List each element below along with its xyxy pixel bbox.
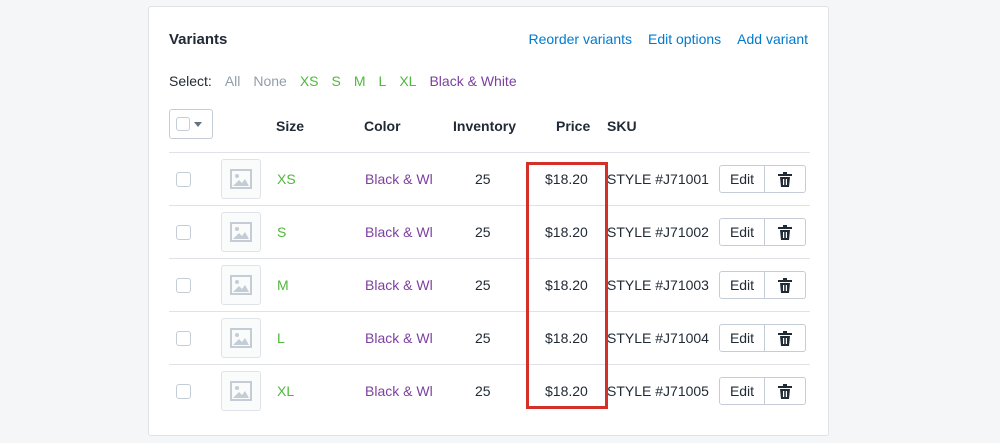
edit-button[interactable]: Edit	[719, 165, 765, 193]
edit-options-link[interactable]: Edit options	[648, 31, 721, 47]
select-filter-row: Select: All None XS S M L XL Black & Whi…	[169, 73, 517, 89]
image-icon[interactable]	[221, 318, 261, 358]
delete-button[interactable]	[765, 218, 806, 246]
reorder-variants-link[interactable]: Reorder variants	[529, 31, 633, 47]
header-sku: SKU	[607, 118, 637, 134]
row-sku: STYLE #J71001	[607, 171, 709, 187]
row-inventory: 25	[475, 383, 491, 399]
card-actions: Reorder variants Edit options Add varian…	[529, 31, 809, 47]
row-price: $18.20	[545, 277, 588, 293]
row-price: $18.20	[545, 171, 588, 187]
row-actions: Edit	[719, 377, 806, 405]
header-size: Size	[276, 118, 305, 134]
header-inventory: Inventory	[453, 118, 517, 134]
table-row: L Black & Wl 25 $18.20 STYLE #J71004 Edi…	[169, 311, 810, 364]
row-color: Black & Wl	[365, 330, 433, 346]
row-inventory: 25	[475, 277, 491, 293]
row-checkbox[interactable]	[176, 225, 191, 240]
row-actions: Edit	[719, 271, 806, 299]
row-actions: Edit	[719, 218, 806, 246]
row-size[interactable]: XS	[277, 171, 296, 187]
row-checkbox[interactable]	[176, 278, 191, 293]
row-actions: Edit	[719, 165, 806, 193]
select-xs[interactable]: XS	[300, 73, 319, 89]
trash-icon	[778, 277, 792, 293]
select-l[interactable]: L	[379, 73, 387, 89]
row-size[interactable]: M	[277, 277, 289, 293]
header-price: Price	[556, 118, 591, 134]
row-sku: STYLE #J71004	[607, 330, 709, 346]
row-sku: STYLE #J71003	[607, 277, 709, 293]
row-checkbox[interactable]	[176, 172, 191, 187]
edit-button[interactable]: Edit	[719, 271, 765, 299]
row-price: $18.20	[545, 383, 588, 399]
select-black-white[interactable]: Black & White	[429, 73, 516, 89]
table-row: XS Black & Wl 25 $18.20 STYLE #J71001 Ed…	[169, 152, 810, 205]
image-icon[interactable]	[221, 265, 261, 305]
caret-down-icon	[194, 121, 202, 127]
row-sku: STYLE #J71005	[607, 383, 709, 399]
row-size[interactable]: L	[277, 330, 285, 346]
row-inventory: 25	[475, 171, 491, 187]
delete-button[interactable]	[765, 165, 806, 193]
edit-button[interactable]: Edit	[719, 377, 765, 405]
variants-card: Variants Reorder variants Edit options A…	[148, 6, 829, 436]
select-xl[interactable]: XL	[399, 73, 416, 89]
row-price: $18.20	[545, 224, 588, 240]
image-icon[interactable]	[221, 371, 261, 411]
row-size[interactable]: S	[277, 224, 286, 240]
image-icon[interactable]	[221, 159, 261, 199]
row-color: Black & Wl	[365, 224, 433, 240]
row-actions: Edit	[719, 324, 806, 352]
table-row: M Black & Wl 25 $18.20 STYLE #J71003 Edi…	[169, 258, 810, 311]
edit-button[interactable]: Edit	[719, 218, 765, 246]
header-color: Color	[364, 118, 401, 134]
card-title: Variants	[169, 31, 228, 48]
table-row: S Black & Wl 25 $18.20 STYLE #J71002 Edi…	[169, 205, 810, 258]
trash-icon	[778, 224, 792, 240]
trash-icon	[778, 171, 792, 187]
bulk-select-dropdown[interactable]	[169, 109, 213, 139]
trash-icon	[778, 330, 792, 346]
delete-button[interactable]	[765, 377, 806, 405]
row-size[interactable]: XL	[277, 383, 294, 399]
row-checkbox[interactable]	[176, 384, 191, 399]
table-row: XL Black & Wl 25 $18.20 STYLE #J71005 Ed…	[169, 364, 810, 417]
row-color: Black & Wl	[365, 383, 433, 399]
select-s[interactable]: S	[332, 73, 341, 89]
row-inventory: 25	[475, 330, 491, 346]
row-color: Black & Wl	[365, 171, 433, 187]
image-icon[interactable]	[221, 212, 261, 252]
select-label: Select:	[169, 73, 212, 89]
row-price: $18.20	[545, 330, 588, 346]
row-sku: STYLE #J71002	[607, 224, 709, 240]
row-inventory: 25	[475, 224, 491, 240]
row-color: Black & Wl	[365, 277, 433, 293]
trash-icon	[778, 383, 792, 399]
row-checkbox[interactable]	[176, 331, 191, 346]
select-none[interactable]: None	[253, 73, 286, 89]
add-variant-link[interactable]: Add variant	[737, 31, 808, 47]
edit-button[interactable]: Edit	[719, 324, 765, 352]
delete-button[interactable]	[765, 271, 806, 299]
bulk-select-checkbox[interactable]	[176, 117, 190, 131]
select-all[interactable]: All	[225, 73, 241, 89]
select-m[interactable]: M	[354, 73, 366, 89]
delete-button[interactable]	[765, 324, 806, 352]
